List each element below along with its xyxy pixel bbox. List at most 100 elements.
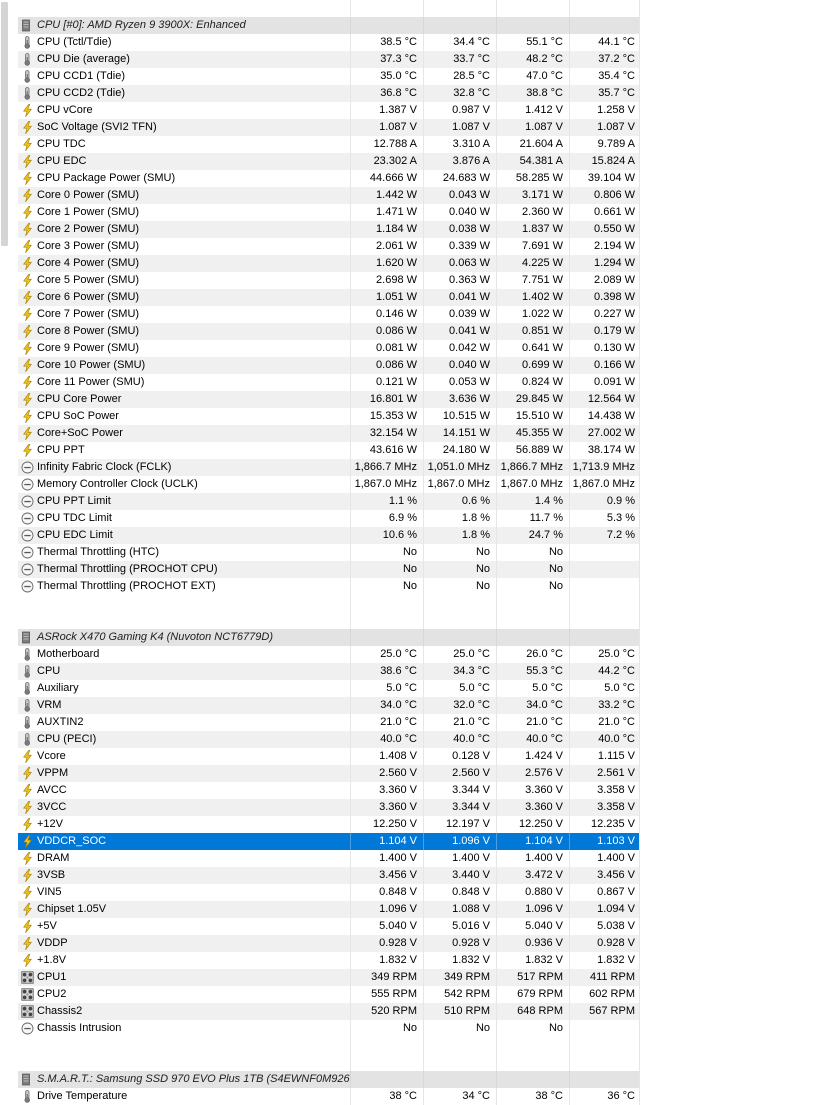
sensor-row-thermal-throttling-htc[interactable]: Thermal Throttling (HTC) No No No	[18, 544, 640, 561]
sensor-row-cpu2[interactable]: CPU2 555 RPM 542 RPM 679 RPM 602 RPM	[18, 986, 640, 1003]
average-value: 44.2 °C	[569, 663, 640, 680]
max-value: 0.851 W	[496, 323, 569, 340]
max-value	[496, 0, 569, 17]
min-value: 3.636 W	[423, 391, 496, 408]
sensor-row-cpu-vcore[interactable]: CPU vCore 1.387 V 0.987 V 1.412 V 1.258 V	[18, 102, 640, 119]
min-value: 0.363 W	[423, 272, 496, 289]
min-value: 0.043 W	[423, 187, 496, 204]
sensor-row-cpu-soc-power[interactable]: CPU SoC Power 15.353 W 10.515 W 15.510 W 14.…	[18, 408, 640, 425]
sensor-row-dram[interactable]: DRAM 1.400 V 1.400 V 1.400 V 1.400 V	[18, 850, 640, 867]
sensor-row-auxtin2[interactable]: AUXTIN2 21.0 °C 21.0 °C 21.0 °C 21.0 °C	[18, 714, 640, 731]
sensor-row-core-9-power-smu[interactable]: Core 9 Power (SMU) 0.081 W 0.042 W 0.641 W0…	[18, 340, 640, 357]
current-value: 1.408 V	[350, 748, 423, 765]
sensor-row-core-10-power-smu[interactable]: Core 10 Power (SMU) 0.086 W 0.040 W 0.699 W…	[18, 357, 640, 374]
sensor-row-memory-controller-clock-uclk[interactable]: Memory Controller Clock (UCLK) 1,867.0 MH…	[18, 476, 640, 493]
min-value: 0.339 W	[423, 238, 496, 255]
sensor-row-cpu-tdc-limit[interactable]: CPU TDC Limit 6.9 % 1.8 % 11.7 % 5.3 %	[18, 510, 640, 527]
sensor-row-cpu[interactable]: CPU 38.6 °C 34.3 °C 55.3 °C 44.2 °C	[18, 663, 640, 680]
sensor-label: VDDP	[37, 937, 68, 949]
sensor-row-cpu-tdc[interactable]: CPU TDC 12.788 A 3.310 A 21.604 A 9.789 A	[18, 136, 640, 153]
min-value: 1,867.0 MHz	[423, 476, 496, 493]
section-header-cpu-0-amd-ryzen-9-3900x-enhanced[interactable]: CPU [#0]: AMD Ryzen 9 3900X: Enhanced	[18, 17, 640, 34]
sensor-row-cpu-ccd2-tdie[interactable]: CPU CCD2 (Tdie) 36.8 °C 32.8 °C 38.8 °C 35.7…	[18, 85, 640, 102]
sensor-row-infinity-fabric-clock-fclk[interactable]: Infinity Fabric Clock (FCLK) 1,866.7 MHz 1…	[18, 459, 640, 476]
sensor-row-core-8-power-smu[interactable]: Core 8 Power (SMU) 0.086 W 0.041 W 0.851 W0…	[18, 323, 640, 340]
sensor-label: Core 5 Power (SMU)	[37, 274, 140, 286]
left-scrollbar-thumb[interactable]	[1, 2, 8, 246]
sensor-row-12v[interactable]: +12V 12.250 V 12.197 V 12.250 V 12.235 V	[18, 816, 640, 833]
sensor-row-core-7-power-smu[interactable]: Core 7 Power (SMU) 0.146 W 0.039 W 1.022 W0…	[18, 306, 640, 323]
min-value: 2.560 V	[423, 765, 496, 782]
sensor-row-avcc[interactable]: AVCC 3.360 V 3.344 V 3.360 V 3.358 V	[18, 782, 640, 799]
sensor-row-vppm[interactable]: VPPM 2.560 V 2.560 V 2.576 V 2.561 V	[18, 765, 640, 782]
min-value: 1,051.0 MHz	[423, 459, 496, 476]
max-value: 1.400 V	[496, 850, 569, 867]
left-scrollbar[interactable]	[0, 0, 10, 1081]
sensor-row-motherboard[interactable]: Motherboard 25.0 °C 25.0 °C 26.0 °C 25.0 °C	[18, 646, 640, 663]
sensor-row-core-4-power-smu[interactable]: Core 4 Power (SMU) 1.620 W 0.063 W 4.225 W1…	[18, 255, 640, 272]
sensor-row-chassis2[interactable]: Chassis2 520 RPM 510 RPM 648 RPM 567 RPM	[18, 1003, 640, 1020]
current-value	[350, 629, 423, 646]
sensor-row-5v[interactable]: +5V 5.040 V 5.016 V 5.040 V 5.038 V	[18, 918, 640, 935]
sensor-row-cpu-ccd1-tdie[interactable]: CPU CCD1 (Tdie) 35.0 °C 28.5 °C 47.0 °C 35.4…	[18, 68, 640, 85]
average-value: 0.227 W	[569, 306, 640, 323]
sensor-row-3vsb[interactable]: 3VSB 3.456 V 3.440 V 3.472 V 3.456 V	[18, 867, 640, 884]
sensor-row-core-6-power-smu[interactable]: Core 6 Power (SMU) 1.051 W 0.041 W 1.402 W0…	[18, 289, 640, 306]
average-value: 12.235 V	[569, 816, 640, 833]
sensor-row-thermal-throttling-prochot-cpu[interactable]: Thermal Throttling (PROCHOT CPU) No No No	[18, 561, 640, 578]
sensor-row-cpu-ppt-limit[interactable]: CPU PPT Limit 1.1 % 0.6 % 1.4 % 0.9 %	[18, 493, 640, 510]
max-value: 11.7 %	[496, 510, 569, 527]
sensor-row-core-11-power-smu[interactable]: Core 11 Power (SMU) 0.121 W 0.053 W 0.824 W…	[18, 374, 640, 391]
sensor-row-core-2-power-smu[interactable]: Core 2 Power (SMU) 1.184 W 0.038 W 1.837 W0…	[18, 221, 640, 238]
max-value: 1,866.7 MHz	[496, 459, 569, 476]
sensor-label: CPU CCD2 (Tdie)	[37, 87, 126, 99]
sensor-row-vcore[interactable]: Vcore 1.408 V 0.128 V 1.424 V 1.115 V	[18, 748, 640, 765]
sensor-row-cpu-core-power[interactable]: CPU Core Power 16.801 W 3.636 W 29.845 W 12.…	[18, 391, 640, 408]
section-header-s-m-a-r-t-samsung-ssd-970-evo-plus-1tb-s[interactable]: S.M.A.R.T.: Samsung SSD 970 EVO Plus 1TB…	[18, 1071, 640, 1088]
sensor-row-cpu-edc-limit[interactable]: CPU EDC Limit 10.6 % 1.8 % 24.7 % 7.2 %	[18, 527, 640, 544]
sensor-row-cpu-die-average[interactable]: CPU Die (average) 37.3 °C 33.7 °C 48.2 °C 37…	[18, 51, 640, 68]
sensor-row-cpu-tctl-tdie[interactable]: CPU (Tctl/Tdie) 38.5 °C 34.4 °C 55.1 °C 44.1…	[18, 34, 640, 51]
sensor-row-core-1-power-smu[interactable]: Core 1 Power (SMU) 1.471 W 0.040 W 2.360 W0…	[18, 204, 640, 221]
sensor-row-cpu1[interactable]: CPU1 349 RPM 349 RPM 517 RPM 411 RPM	[18, 969, 640, 986]
sensor-row-core-5-power-smu[interactable]: Core 5 Power (SMU) 2.698 W 0.363 W 7.751 W2…	[18, 272, 640, 289]
sensor-row-1-8v[interactable]: +1.8V 1.832 V 1.832 V 1.832 V 1.832 V	[18, 952, 640, 969]
sensor-row-auxiliary[interactable]: Auxiliary 5.0 °C 5.0 °C 5.0 °C 5.0 °C	[18, 680, 640, 697]
sensor-row-core-soc-power[interactable]: Core+SoC Power 32.154 W 14.151 W 45.355 W 27…	[18, 425, 640, 442]
sensor-row-chassis-intrusion[interactable]: Chassis Intrusion No No No	[18, 1020, 640, 1037]
max-value: 21.0 °C	[496, 714, 569, 731]
max-value: 54.381 A	[496, 153, 569, 170]
current-value: 43.616 W	[350, 442, 423, 459]
current-value: 12.250 V	[350, 816, 423, 833]
sensor-row-chipset-1-05v[interactable]: Chipset 1.05V 1.096 V 1.088 V 1.096 V 1.094 …	[18, 901, 640, 918]
max-value: 1.412 V	[496, 102, 569, 119]
average-value: 5.0 °C	[569, 680, 640, 697]
sensor-row-core-3-power-smu[interactable]: Core 3 Power (SMU) 2.061 W 0.339 W 7.691 W2…	[18, 238, 640, 255]
max-value: 55.3 °C	[496, 663, 569, 680]
max-value: 34.0 °C	[496, 697, 569, 714]
section-spacer	[18, 1037, 640, 1054]
sensor-row-cpu-edc[interactable]: CPU EDC 23.302 A 3.876 A 54.381 A 15.824 A	[18, 153, 640, 170]
max-value: 1.837 W	[496, 221, 569, 238]
section-header-asrock-x470-gaming-k4-nuvoton-nct6779d[interactable]: ASRock X470 Gaming K4 (Nuvoton NCT6779D)	[18, 629, 640, 646]
sensor-row-drive-temperature[interactable]: Drive Temperature 38 °C 34 °C 38 °C 36 °C	[18, 1088, 640, 1105]
sensor-row-vddcr-soc[interactable]: VDDCR_SOC 1.104 V 1.096 V 1.104 V 1.103 V	[18, 833, 640, 850]
sensor-row-thermal-throttling-prochot-ext[interactable]: Thermal Throttling (PROCHOT EXT) No No No	[18, 578, 640, 595]
sensor-row-vddp[interactable]: VDDP 0.928 V 0.928 V 0.936 V 0.928 V	[18, 935, 640, 952]
current-value: 1.051 W	[350, 289, 423, 306]
sensor-row-3vcc[interactable]: 3VCC 3.360 V 3.344 V 3.360 V 3.358 V	[18, 799, 640, 816]
min-value: 1.400 V	[423, 850, 496, 867]
sensor-row-cpu-ppt[interactable]: CPU PPT 43.616 W 24.180 W 56.889 W 38.174 W	[18, 442, 640, 459]
max-value: 1.402 W	[496, 289, 569, 306]
current-value	[350, 0, 423, 17]
sensor-row-cpu-peci[interactable]: CPU (PECI) 40.0 °C 40.0 °C 40.0 °C 40.0 °C	[18, 731, 640, 748]
sensor-row-vin5[interactable]: VIN5 0.848 V 0.848 V 0.880 V 0.867 V	[18, 884, 640, 901]
sensor-row-vrm[interactable]: VRM 34.0 °C 32.0 °C 34.0 °C 33.2 °C	[18, 697, 640, 714]
average-value: 0.166 W	[569, 357, 640, 374]
sensor-row-soc-voltage-svi2-tfn[interactable]: SoC Voltage (SVI2 TFN) 1.087 V 1.087 V 1.08…	[18, 119, 640, 136]
max-value: 0.699 W	[496, 357, 569, 374]
sensor-row-core-0-power-smu[interactable]: Core 0 Power (SMU) 1.442 W 0.043 W 3.171 W0…	[18, 187, 640, 204]
average-value: 5.038 V	[569, 918, 640, 935]
sensor-row-cpu-package-power-smu[interactable]: CPU Package Power (SMU) 44.666 W 24.683 W5…	[18, 170, 640, 187]
sensor-label: Thermal Throttling (PROCHOT CPU)	[37, 563, 218, 575]
